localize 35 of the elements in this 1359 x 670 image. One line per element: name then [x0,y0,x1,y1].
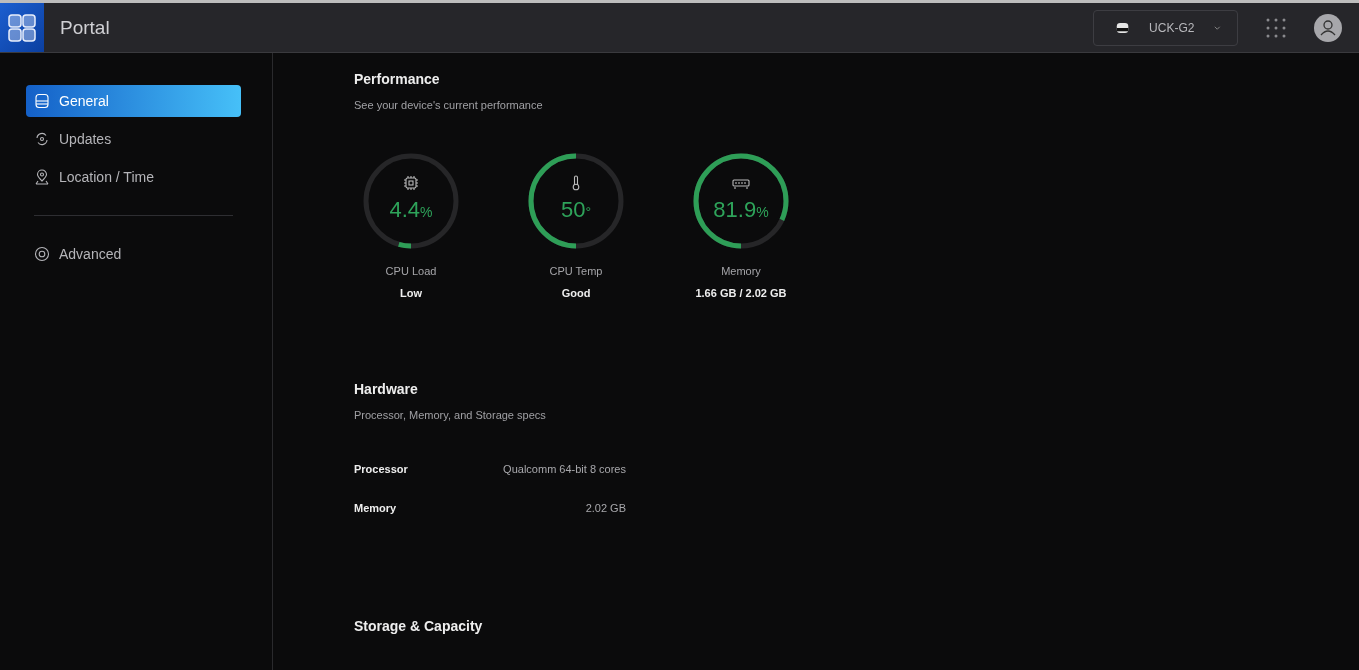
location-pin-icon [34,169,50,185]
section-subtitle: Processor, Memory, and Storage specs [354,409,547,421]
gauge-label: Memory [721,265,761,277]
gauge-label: CPU Temp [549,265,603,277]
app-title: Portal [60,16,110,39]
app-launcher-button[interactable] [0,3,44,52]
device-icon [1116,20,1130,35]
gauge-value: 50° [560,197,592,223]
refresh-icon [34,131,50,147]
spec-label: Memory [354,502,397,514]
sidebar-item[interactable]: General [26,85,241,117]
sidebar-item[interactable]: Location / Time [26,161,241,193]
grid-icon [7,12,37,43]
gauge-value: 4.4% [389,197,433,223]
section-title: Hardware [354,381,419,397]
gauge-status: Good [561,287,591,299]
section-subtitle: See your device's current performance [354,99,544,111]
sidebar-item[interactable]: Advanced [26,238,241,270]
section-title: Storage & Capacity [354,618,484,634]
spec-value: 2.02 GB [585,502,626,514]
gauge-status: 1.66 GB / 2.02 GB [695,287,787,299]
chevron-down-icon [1214,24,1221,31]
spec-label: Processor [354,463,408,475]
device-selector[interactable]: UCK-G2 [1093,9,1238,46]
apps-grid-icon[interactable] [1266,17,1286,38]
gauge-label: CPU Load [385,265,437,277]
chip-icon [402,175,420,191]
gauge-status: Low [400,287,422,299]
section-title: Performance [354,71,441,87]
settings-icon [34,246,50,262]
device-icon [34,93,50,109]
gauge-value: 81.9% [713,197,769,223]
avatar-icon[interactable] [1314,13,1342,42]
spec-value: Qualcomm 64-bit 8 cores [503,463,626,475]
sidebar-item[interactable]: Updates [26,123,241,155]
